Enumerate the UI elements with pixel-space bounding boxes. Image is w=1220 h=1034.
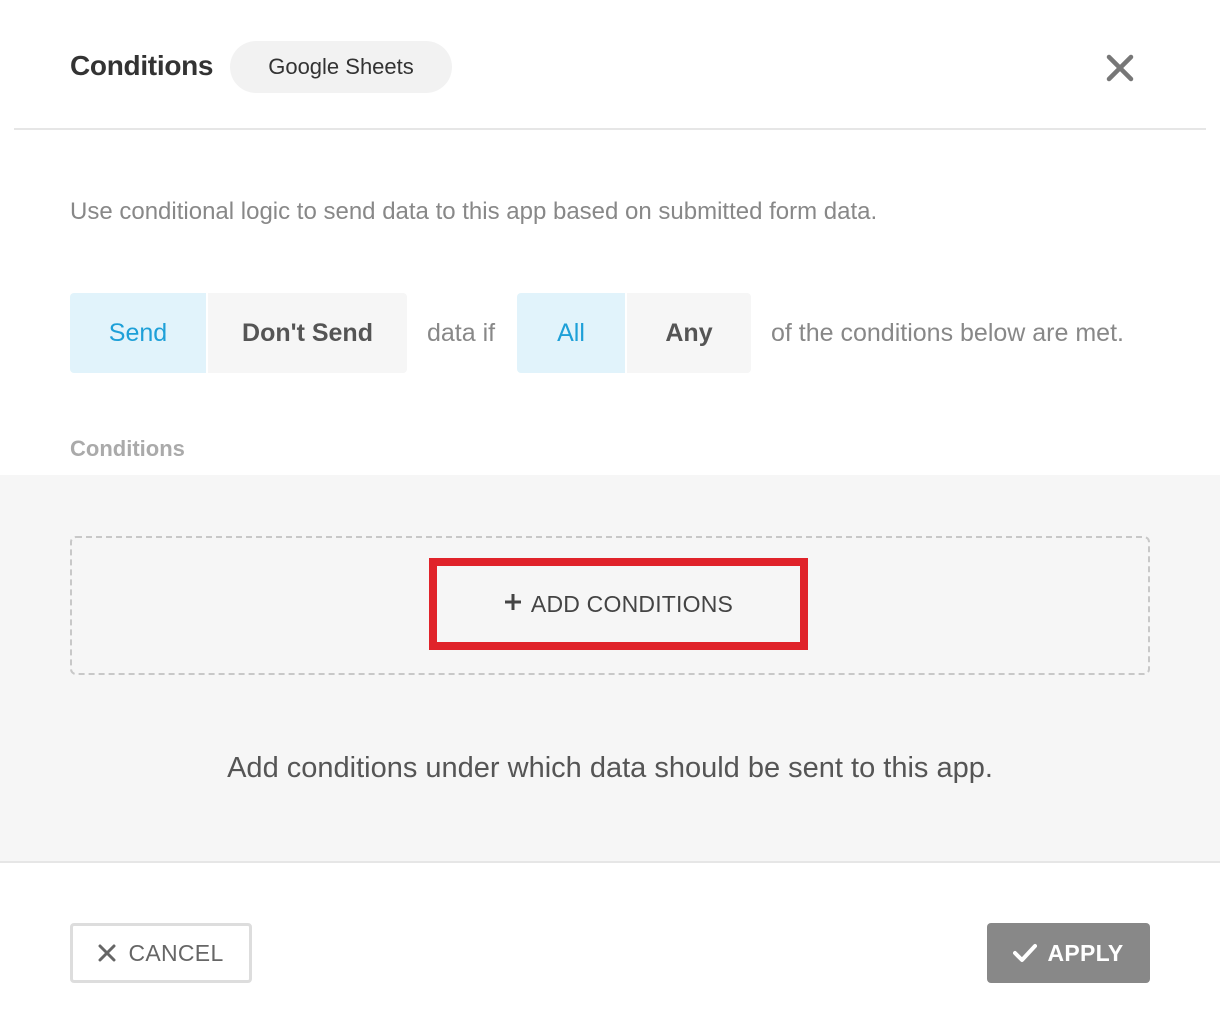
apply-label: APPLY xyxy=(1047,939,1124,966)
send-toggle-group: Send Don't Send xyxy=(70,293,407,373)
conditions-panel: Add conditions under which data should b… xyxy=(0,475,1220,863)
send-option[interactable]: Send xyxy=(70,293,206,373)
conditions-section-label: Conditions xyxy=(70,436,185,461)
description-text: Use conditional logic to send data to th… xyxy=(70,198,878,225)
plus-icon xyxy=(504,593,522,611)
empty-conditions-hint: Add conditions under which data should b… xyxy=(227,752,993,784)
add-conditions-label: ADD CONDITIONS xyxy=(530,590,734,617)
modal-title: Conditions xyxy=(70,50,214,81)
data-if-text: data if xyxy=(427,319,496,347)
all-option[interactable]: All xyxy=(517,293,625,373)
conditions-modal: Conditions Google Sheets Use conditional… xyxy=(0,0,1220,1034)
cancel-button[interactable]: CANCEL xyxy=(70,923,252,983)
close-icon xyxy=(98,944,116,962)
add-conditions-button[interactable]: ADD CONDITIONS xyxy=(429,558,808,650)
conditions-met-text: of the conditions below are met. xyxy=(771,319,1124,347)
check-icon xyxy=(1013,943,1038,963)
any-option[interactable]: Any xyxy=(627,293,751,373)
dont-send-option[interactable]: Don't Send xyxy=(208,293,407,373)
app-tag: Google Sheets xyxy=(230,41,452,93)
match-toggle-group: All Any xyxy=(517,293,751,373)
cancel-label: CANCEL xyxy=(128,939,224,966)
apply-button[interactable]: APPLY xyxy=(987,923,1150,983)
close-icon xyxy=(1104,52,1136,84)
modal-header: Conditions Google Sheets xyxy=(14,0,1206,130)
close-button[interactable] xyxy=(1104,52,1136,84)
